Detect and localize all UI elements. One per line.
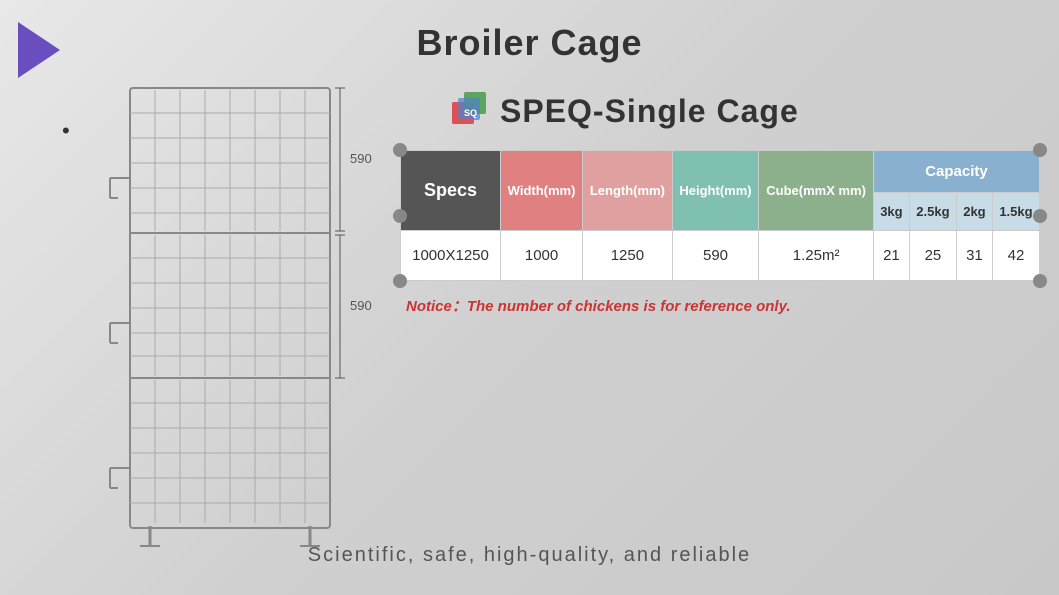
mid-circle-right <box>1033 209 1047 223</box>
corner-br <box>1033 274 1047 288</box>
arrow-icon <box>18 22 60 78</box>
td-cap25kg: 25 <box>909 231 956 281</box>
svg-text:590: 590 <box>350 298 372 313</box>
specs-table: Specs Width(mm) Length(mm) Height(mm) Cu… <box>400 150 1040 281</box>
table-wrapper: Specs Width(mm) Length(mm) Height(mm) Cu… <box>400 150 1040 281</box>
th-length: Length(mm) <box>583 151 673 231</box>
td-width: 1000 <box>501 231 583 281</box>
right-content: SQ SPEQ-Single Cage Specs Width(mm) Leng… <box>400 90 1040 316</box>
td-specs: 1000X1250 <box>401 231 501 281</box>
td-cap15kg: 42 <box>992 231 1039 281</box>
th-cap15kg: 1.5kg <box>992 193 1039 231</box>
mid-circle-left <box>393 209 407 223</box>
table-row: 1000X1250 1000 1250 590 1.25m² 21 25 31 … <box>401 231 1040 281</box>
notice-text: Notice：The number of chickens is for ref… <box>406 295 1040 316</box>
td-cap2kg: 31 <box>956 231 992 281</box>
footer-text: Scientific, safe, high-quality, and reli… <box>0 544 1059 567</box>
corner-tl <box>393 143 407 157</box>
th-capacity: Capacity <box>873 151 1039 193</box>
td-length: 1250 <box>583 231 673 281</box>
th-width: Width(mm) <box>501 151 583 231</box>
th-specs: Specs <box>401 151 501 231</box>
th-cap3kg: 3kg <box>873 193 909 231</box>
cube-icon: SQ <box>450 90 492 132</box>
td-height: 590 <box>672 231 759 281</box>
corner-bl <box>393 274 407 288</box>
th-cap25kg: 2.5kg <box>909 193 956 231</box>
speq-header: SQ SPEQ-Single Cage <box>450 90 1040 132</box>
corner-tr <box>1033 143 1047 157</box>
td-cube: 1.25m² <box>759 231 874 281</box>
page-title: Broiler Cage <box>0 0 1059 64</box>
cage-diagram: 590 590 1000 <box>100 78 380 548</box>
th-cap2kg: 2kg <box>956 193 992 231</box>
svg-text:SQ: SQ <box>464 108 477 118</box>
td-cap3kg: 21 <box>873 231 909 281</box>
bullet-point: • <box>62 118 70 144</box>
th-cube: Cube(mmX mm) <box>759 151 874 231</box>
speq-title: SPEQ-Single Cage <box>500 93 799 130</box>
svg-text:590: 590 <box>350 151 372 166</box>
th-height: Height(mm) <box>672 151 759 231</box>
